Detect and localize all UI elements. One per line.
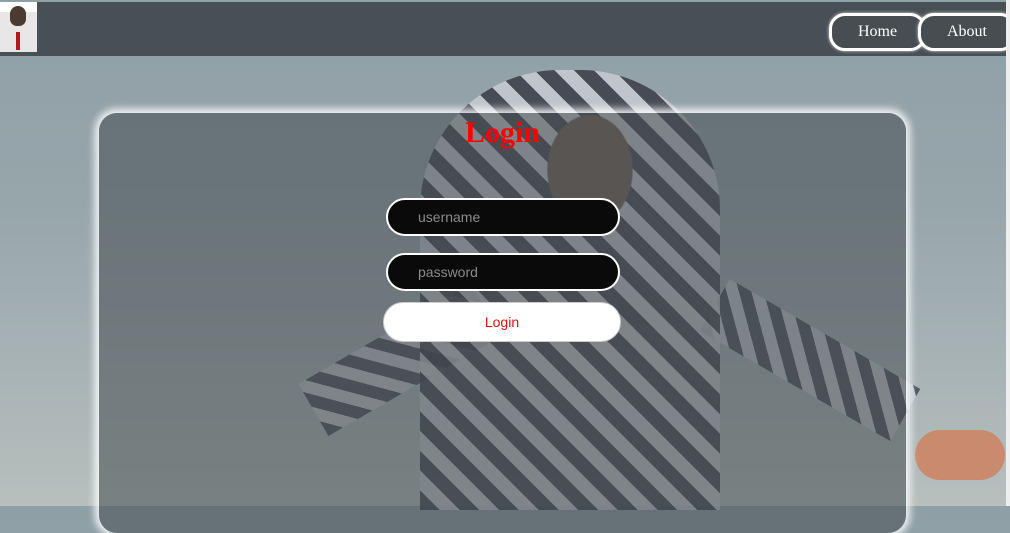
about-button[interactable]: About [918, 13, 1010, 51]
password-input[interactable] [386, 253, 620, 291]
username-input[interactable] [386, 198, 620, 236]
login-card: Login Login [99, 113, 906, 533]
login-title: Login [464, 116, 541, 149]
scrollbar[interactable] [1006, 0, 1010, 506]
home-button[interactable]: Home [829, 13, 926, 51]
logo-avatar[interactable] [0, 2, 37, 52]
login-button[interactable]: Login [383, 302, 621, 342]
navbar: Home About [0, 2, 1010, 56]
background-image [915, 430, 1005, 480]
